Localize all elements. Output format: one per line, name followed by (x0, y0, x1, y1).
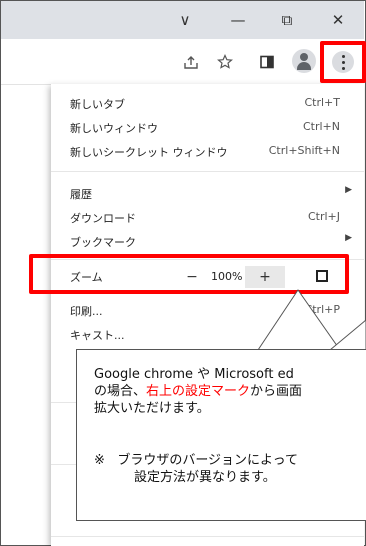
menu-item-label: 新しいタブ (70, 98, 125, 111)
callout-line-2: の場合、右上の設定マークから画面 (94, 384, 303, 399)
settings-mark-highlight-text: 右上の設定マーク (146, 384, 251, 399)
share-icon[interactable] (178, 49, 204, 75)
menu-item-new-tab[interactable]: 新しいタブ Ctrl+T (51, 91, 364, 115)
menu-item-label: キャスト... (70, 329, 125, 342)
menu-item-label: 新しいシークレット ウィンドウ (70, 146, 228, 159)
menu-item-shortcut: Ctrl+N (302, 120, 340, 133)
bookmark-star-icon[interactable] (212, 49, 238, 75)
profile-avatar-icon[interactable] (292, 49, 316, 73)
menu-item-label: ブックマーク (70, 236, 136, 249)
side-panel-icon[interactable] (254, 49, 280, 75)
restore-icon[interactable]: ⧉ (272, 7, 302, 33)
submenu-arrow-icon: ▶ (345, 185, 352, 195)
tab-search-icon[interactable]: ∨ (170, 7, 200, 33)
callout-note: ※ ブラウザのバージョンによって 設定方法が異なります。 (94, 452, 298, 486)
callout-text: Google chrome や Microsoft ed の場合、右上の設定マー… (94, 366, 366, 417)
submenu-arrow-icon: ▶ (345, 233, 352, 243)
menu-item-print[interactable]: 印刷... Ctrl+P (51, 298, 364, 322)
menu-item-shortcut: Ctrl+Shift+N (268, 144, 340, 157)
menu-item-history[interactable]: 履歴 ▶ (51, 181, 364, 205)
callout-line-3: 拡大いただけます。 (94, 401, 210, 416)
menu-item-label: 新しいウィンドウ (70, 122, 158, 135)
menu-item-label: 履歴 (70, 188, 92, 201)
note-mark: ※ (94, 453, 105, 468)
title-bar: ∨ — ⧉ ✕ (1, 1, 364, 39)
note-line-1: ブラウザのバージョンによって (117, 453, 299, 468)
close-icon[interactable]: ✕ (323, 7, 353, 33)
minimize-icon[interactable]: — (223, 7, 253, 33)
note-line-2: 設定方法が異なります。 (134, 470, 276, 485)
menu-item-new-incognito-window[interactable]: 新しいシークレット ウィンドウ Ctrl+Shift+N (51, 139, 364, 163)
menu-item-label: ダウンロード (70, 212, 136, 225)
menu-item-cast[interactable]: キャスト... (51, 322, 364, 346)
menu-item-downloads[interactable]: ダウンロード Ctrl+J (51, 205, 364, 229)
menu-item-label: 印刷... (70, 305, 103, 318)
more-menu-highlight (320, 41, 366, 83)
browser-toolbar (1, 39, 364, 85)
menu-divider (51, 171, 364, 172)
menu-divider (51, 536, 364, 537)
menu-item-new-window[interactable]: 新しいウィンドウ Ctrl+N (51, 115, 364, 139)
menu-item-shortcut: Ctrl+P (304, 303, 340, 316)
callout-line-1: Google chrome や Microsoft ed (94, 367, 294, 382)
menu-item-shortcut: Ctrl+T (304, 96, 340, 109)
instruction-callout: Google chrome や Microsoft ed の場合、右上の設定マー… (76, 349, 366, 521)
zoom-highlight (29, 254, 349, 294)
menu-item-shortcut: Ctrl+J (307, 210, 340, 223)
menu-item-bookmarks[interactable]: ブックマーク ▶ (51, 229, 364, 253)
